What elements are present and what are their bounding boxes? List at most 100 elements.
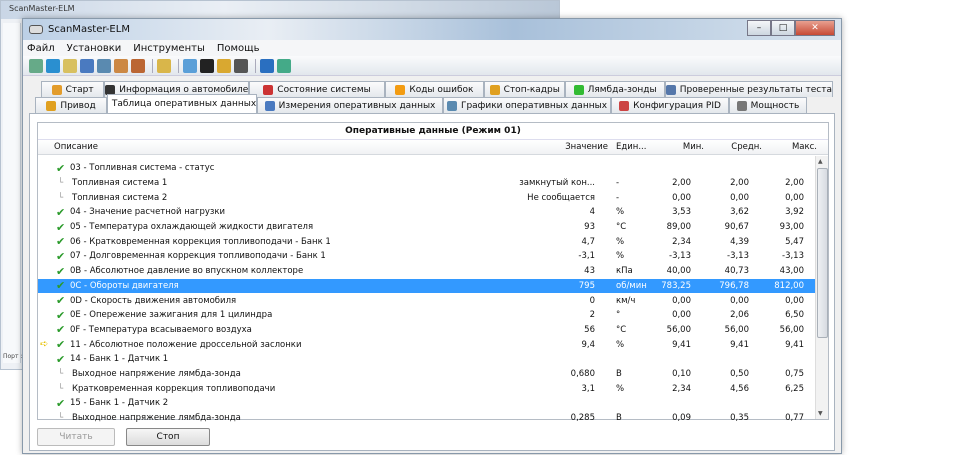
- table-row[interactable]: ✔ 0D - Скорость движения автомобиля 0 км/ч 0…: [38, 293, 815, 308]
- row-unit: -: [616, 178, 620, 189]
- grid-icon[interactable]: [80, 58, 94, 73]
- table-row[interactable]: ✔ 05 - Температура охлаждающей жидкости д…: [38, 220, 815, 235]
- table-row[interactable]: ✔ 0C - Обороты двигателя 795 об/мин 783,25 79…: [38, 278, 815, 294]
- tab-icon: [51, 84, 62, 95]
- info-icon[interactable]: [260, 58, 274, 73]
- row-avg: 0,50: [730, 368, 749, 379]
- row-unit: км/ч: [616, 295, 636, 306]
- row-label: Топливная система 1: [72, 178, 168, 189]
- exit-icon[interactable]: [277, 58, 291, 73]
- row-avg: 90,67: [724, 222, 749, 233]
- window-title: ScanMaster-ELM: [48, 24, 130, 35]
- globe-icon[interactable]: [46, 58, 60, 73]
- tab-r2-4[interactable]: Конфигурация PID: [611, 97, 729, 113]
- tab-r1-3[interactable]: Коды ошибок: [384, 81, 485, 97]
- tab-r1-6[interactable]: Проверенные результаты теста: [664, 81, 833, 97]
- col-unit[interactable]: Един...: [616, 142, 646, 152]
- col-min[interactable]: Мин.: [683, 142, 704, 152]
- row-label: 0F - Температура всасываемого воздуха: [70, 324, 252, 335]
- stop-button[interactable]: Стоп: [126, 428, 210, 446]
- tab-label: Информация о автомобиле: [119, 84, 249, 95]
- menu-item[interactable]: Установки: [67, 43, 122, 54]
- tab-r1-4[interactable]: Стоп-кадры: [484, 81, 566, 97]
- table-row[interactable]: └ Кратковременная коррекция топливоподачи…: [38, 381, 815, 396]
- col-desc[interactable]: Описание: [54, 142, 98, 152]
- table-row[interactable]: ✔ 07 - Долговременная коррекция топливопо…: [38, 249, 815, 264]
- scrollbar-thumb[interactable]: [817, 168, 828, 338]
- row-unit: %: [616, 236, 625, 247]
- tab-r2-1[interactable]: Таблица оперативных данных: [107, 94, 257, 113]
- read-button[interactable]: Читать: [37, 428, 115, 446]
- gauge-icon[interactable]: [234, 58, 248, 73]
- row-min: 783,25: [661, 280, 691, 291]
- flag-icon[interactable]: [114, 58, 128, 73]
- tab-r2-0[interactable]: Привод: [35, 97, 107, 113]
- scroll-down-icon[interactable]: ▼: [818, 410, 823, 417]
- clipboard-icon[interactable]: [157, 58, 171, 73]
- row-description: ✔ 14 - Банк 1 - Датчик 1: [56, 353, 168, 366]
- table-row[interactable]: ✔ 0E - Опережение зажигания для 1 цилиндр…: [38, 308, 815, 323]
- row-value: 795: [578, 280, 595, 291]
- row-label: 03 - Топливная система - статус: [70, 163, 215, 174]
- row-value: 0: [589, 295, 595, 306]
- row-label: 0C - Обороты двигателя: [70, 280, 179, 291]
- terminal-icon[interactable]: [200, 58, 214, 73]
- table-row[interactable]: ✔ 0F - Температура всасываемого воздуха 56…: [38, 323, 815, 338]
- row-value: 3,1: [581, 383, 595, 394]
- menu-item[interactable]: Файл: [27, 43, 55, 54]
- connect-icon[interactable]: [29, 58, 43, 73]
- table-row[interactable]: └ Топливная система 2 Не сообщается - 0,00 0,…: [38, 190, 815, 205]
- row-avg: 796,78: [719, 280, 749, 291]
- close-button[interactable]: ✕: [795, 20, 835, 36]
- person-icon[interactable]: [131, 58, 145, 73]
- row-max: 43,00: [779, 266, 804, 277]
- table-row[interactable]: └ Выходное напряжение лямбда-зонда 0,285 В 0…: [38, 411, 815, 426]
- table-row[interactable]: ✔ 04 - Значение расчетной нагрузки 4% 3,53 3…: [38, 205, 815, 220]
- row-label: 07 - Долговременная коррекция топливопод…: [70, 251, 326, 262]
- tab-r1-0[interactable]: Старт: [41, 81, 105, 97]
- table-row[interactable]: ✔ 15 - Банк 1 - Датчик 2: [38, 396, 815, 411]
- row-max: 6,50: [785, 310, 804, 321]
- row-label: Выходное напряжение лямбда-зонда: [72, 368, 241, 379]
- table-row[interactable]: └ Топливная система 1 замкнутый кон... - 2,0…: [38, 176, 815, 191]
- chat-icon[interactable]: [183, 58, 197, 73]
- tab-icon: [665, 84, 676, 95]
- row-value: 0,680: [570, 368, 595, 379]
- battery-icon[interactable]: [217, 58, 231, 73]
- tab-r2-5[interactable]: Мощность: [729, 97, 807, 113]
- row-max: 0,77: [785, 413, 804, 424]
- minimize-button[interactable]: –: [747, 20, 771, 36]
- col-value[interactable]: Значение: [565, 142, 608, 152]
- row-label: 14 - Банк 1 - Датчик 1: [70, 354, 169, 365]
- table-row[interactable]: ✔ 14 - Банк 1 - Датчик 1: [38, 352, 815, 367]
- tab-r1-2[interactable]: Состояние системы: [249, 81, 385, 97]
- row-max: 812,00: [774, 280, 804, 291]
- menu-item[interactable]: Помощь: [217, 43, 260, 54]
- scroll-up-icon[interactable]: ▲: [818, 158, 823, 165]
- tab-r2-3[interactable]: Графики оперативных данных: [443, 97, 611, 113]
- table-row[interactable]: ✔ 03 - Топливная система - статус: [38, 161, 815, 176]
- maximize-button[interactable]: □: [771, 20, 795, 36]
- row-label: 0E - Опережение зажигания для 1 цилиндра: [70, 310, 273, 321]
- check-icon: ✔: [56, 352, 66, 366]
- table-row[interactable]: ✔ 06 - Кратковременная коррекция топливоп…: [38, 234, 815, 249]
- vertical-scrollbar[interactable]: ▲ ▼: [815, 156, 828, 419]
- table-row[interactable]: ✔ 0B - Абсолютное давление во впускном ко…: [38, 264, 815, 279]
- col-avg[interactable]: Средн.: [731, 142, 762, 152]
- tab-r1-5[interactable]: Лямбда-зонды: [565, 81, 665, 97]
- group-title: Оперативные данные (Режим 01): [38, 123, 828, 140]
- tab-r2-2[interactable]: Измерения оперативных данных: [257, 97, 443, 113]
- tab-label: Стоп-кадры: [503, 84, 560, 95]
- document-icon[interactable]: [63, 58, 77, 73]
- tab-label: Конфигурация PID: [633, 100, 721, 111]
- chart-icon[interactable]: [97, 58, 111, 73]
- table-row[interactable]: └ Выходное напряжение лямбда-зонда 0,680 В 0…: [38, 367, 815, 382]
- table-row[interactable]: ➪ ✔ 11 - Абсолютное положение дроссельной …: [38, 337, 815, 352]
- menu-bar: Файл Установки Инструменты Помощь: [23, 40, 841, 56]
- col-max[interactable]: Макс.: [792, 142, 817, 152]
- row-max: 2,00: [785, 178, 804, 189]
- row-min: 56,00: [666, 324, 691, 335]
- menu-item[interactable]: Инструменты: [133, 43, 205, 54]
- row-description: └ Выходное напряжение лямбда-зонда: [58, 413, 241, 423]
- check-icon: ✔: [56, 205, 66, 219]
